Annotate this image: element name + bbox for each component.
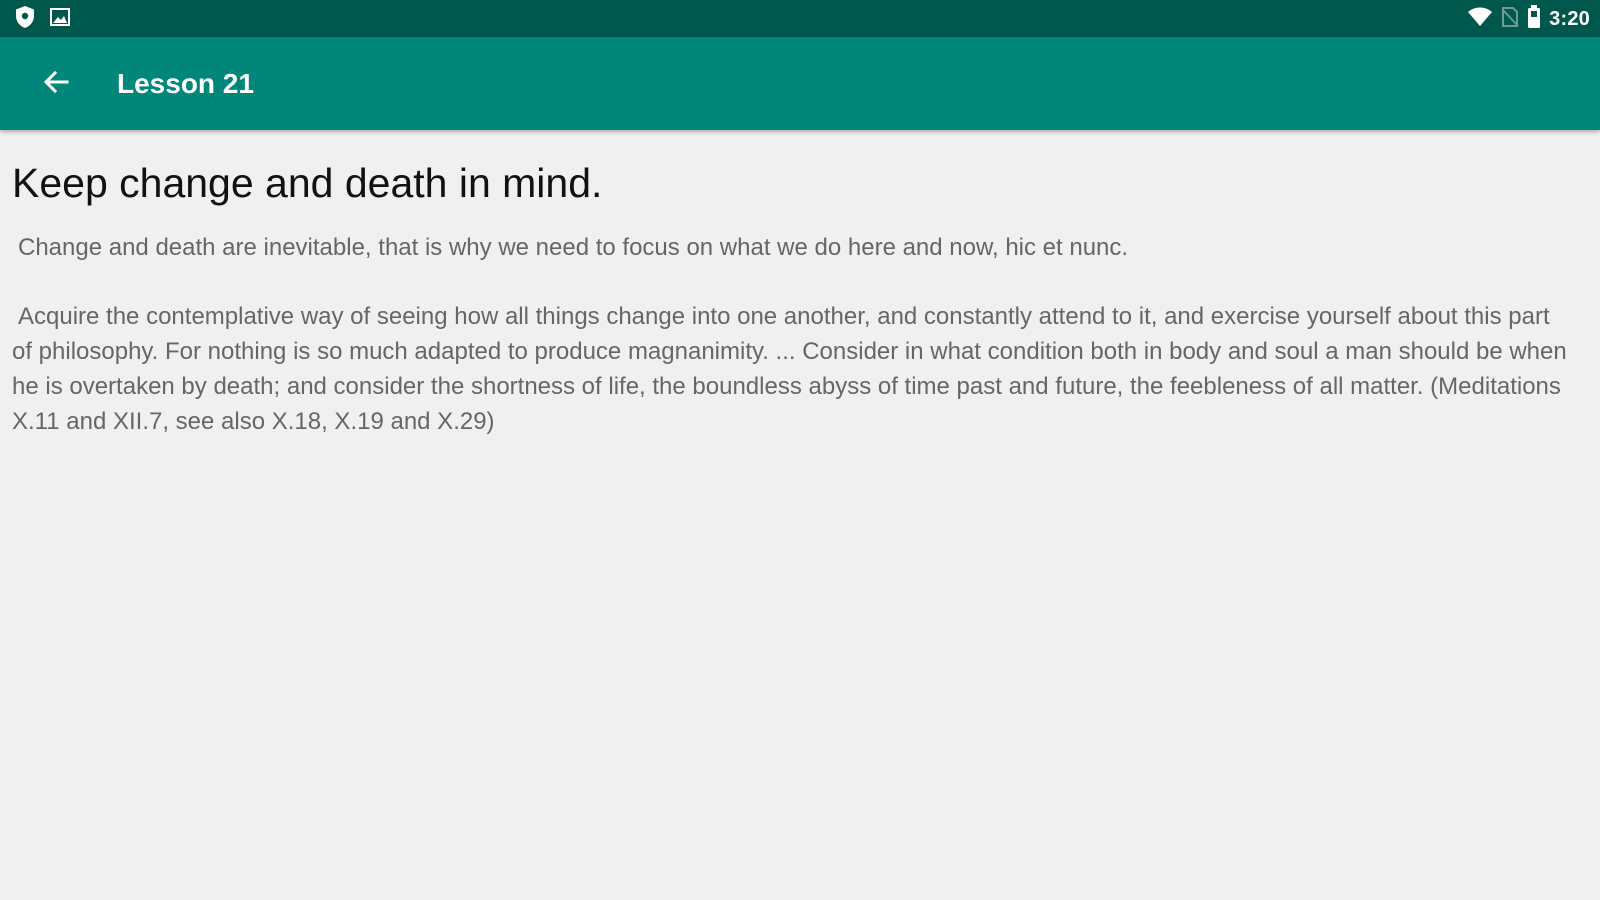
status-time: 3:20 bbox=[1549, 7, 1590, 30]
shield-icon bbox=[14, 5, 36, 34]
lesson-heading: Keep change and death in mind. bbox=[12, 160, 603, 206]
battery-icon bbox=[1527, 4, 1541, 34]
lesson-quote: Acquire the contemplative way of seeing … bbox=[12, 303, 1567, 435]
toolbar-title: Lesson 21 bbox=[117, 68, 254, 99]
lesson-summary: Change and death are inevitable, that is… bbox=[18, 234, 1129, 261]
no-sim-icon bbox=[1501, 6, 1519, 33]
lesson-content: Keep change and death in mind. Change an… bbox=[12, 130, 1572, 439]
wifi-icon bbox=[1467, 7, 1493, 32]
status-right-icons: 3:20 bbox=[1467, 4, 1590, 34]
app-bar: Lesson 21 bbox=[0, 37, 1600, 130]
back-button[interactable] bbox=[36, 64, 76, 104]
status-bar: 3:20 bbox=[0, 0, 1600, 37]
image-icon bbox=[50, 7, 70, 31]
status-left-icons bbox=[14, 5, 70, 34]
arrow-left-icon bbox=[42, 68, 70, 101]
